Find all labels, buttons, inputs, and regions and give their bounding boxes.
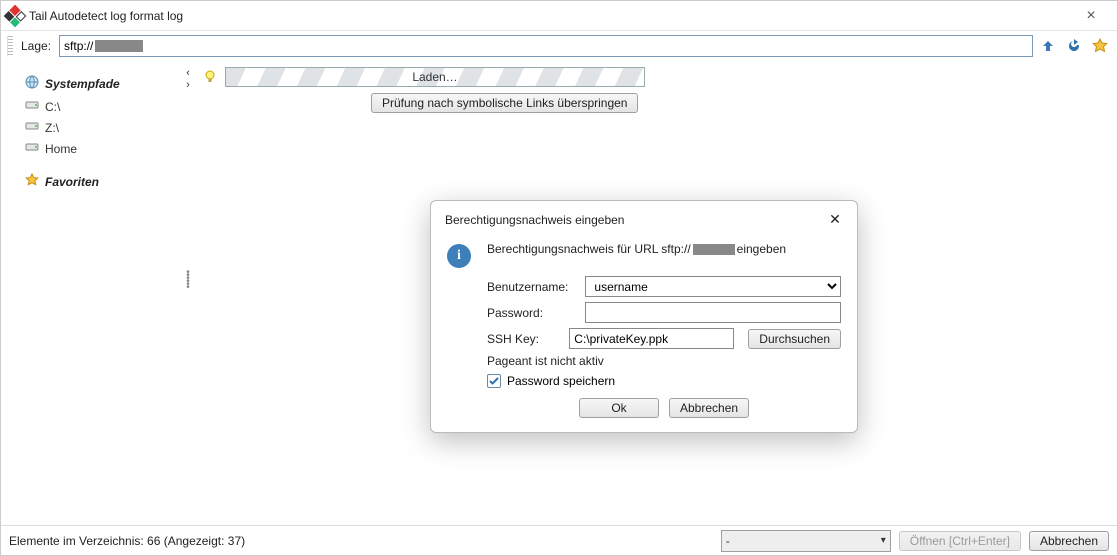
nav-up-button[interactable] (1037, 35, 1059, 57)
dialog-cancel-button[interactable]: Abbrechen (669, 398, 749, 418)
titlebar: Tail Autodetect log format log × (1, 1, 1117, 31)
address-label: Lage: (21, 39, 51, 53)
info-icon: i (447, 244, 471, 268)
filter-combo[interactable]: - ▾ (721, 530, 891, 552)
star-icon (25, 173, 39, 190)
chevron-down-icon: ▾ (881, 535, 886, 546)
sidebar-favorites-label: Favoriten (45, 175, 99, 189)
statusbar: Elemente im Verzeichnis: 66 (Angezeigt: … (1, 525, 1117, 555)
dialog-message-redacted (693, 244, 735, 255)
credentials-dialog: Berechtigungsnachweis eingeben ✕ i Berec… (430, 200, 858, 433)
ok-button[interactable]: Ok (579, 398, 659, 418)
star-icon (1092, 38, 1108, 54)
sidebar-item-label: Home (45, 142, 77, 156)
bulb-icon (203, 69, 217, 86)
window-title: Tail Autodetect log format log (29, 9, 1071, 23)
sidebar-item-label: C:\ (45, 100, 60, 114)
address-text: sftp:// (64, 39, 93, 53)
address-input[interactable]: sftp:// (59, 35, 1033, 57)
chevron-left-icon[interactable]: ‹ (186, 67, 190, 79)
dialog-buttons: Ok Abbrechen (487, 398, 841, 418)
dialog-message-prefix: Berechtigungsnachweis für URL sftp:// (487, 242, 691, 256)
open-button: Öffnen [Ctrl+Enter] (899, 531, 1021, 551)
reload-icon (1066, 38, 1082, 54)
browse-button[interactable]: Durchsuchen (748, 329, 841, 349)
sidebar: Systempfade C:\ Z:\ Home Favoriten (1, 61, 181, 525)
skip-row: Prüfung nach symbolische Links übersprin… (371, 93, 1109, 113)
address-redacted (95, 40, 143, 52)
username-select[interactable]: username (585, 276, 841, 297)
username-label: Benutzername: (487, 280, 577, 294)
toolbar-grip (7, 36, 13, 56)
arrow-up-icon (1040, 38, 1056, 54)
dialog-title: Berechtigungsnachweis eingeben (445, 213, 825, 227)
dialog-close-button[interactable]: ✕ (825, 211, 845, 228)
sshkey-label: SSH Key: (487, 332, 561, 346)
dialog-message: Berechtigungsnachweis für URL sftp:// ei… (487, 242, 786, 256)
dialog-titlebar: Berechtigungsnachweis eingeben ✕ (431, 201, 857, 236)
save-password-row[interactable]: Password speichern (487, 374, 841, 388)
app-icon (4, 4, 27, 27)
sidebar-systempaths-label: Systempfade (45, 77, 120, 91)
progress-text: Laden… (412, 70, 457, 84)
splitter-handle[interactable]: •••••• (186, 271, 190, 289)
window-close-button[interactable]: × (1071, 7, 1111, 25)
app-window: Tail Autodetect log format log × Lage: s… (0, 0, 1118, 556)
pageant-note: Pageant ist nicht aktiv (487, 354, 841, 368)
drive-icon (25, 98, 39, 115)
sidebar-heading-favorites: Favoriten (25, 173, 175, 190)
address-toolbar: Lage: sftp:// (1, 31, 1117, 61)
save-password-label: Password speichern (507, 374, 615, 388)
password-label: Password: (487, 306, 577, 320)
filter-value: - (726, 534, 730, 548)
loading-row: Laden… (203, 67, 1109, 87)
sidebar-item-drive-c[interactable]: C:\ (7, 96, 175, 117)
drive-icon (25, 119, 39, 136)
status-text: Elemente im Verzeichnis: 66 (Angezeigt: … (9, 534, 713, 548)
splitter[interactable]: ‹ › •••••• (181, 61, 195, 525)
dialog-form: Benutzername: username Password: SSH Key… (487, 276, 841, 418)
password-input[interactable] (585, 302, 841, 323)
password-row: Password: (487, 302, 841, 323)
dialog-message-suffix: eingeben (737, 242, 786, 256)
chevron-right-icon[interactable]: › (186, 79, 190, 91)
reload-button[interactable] (1063, 35, 1085, 57)
globe-icon (25, 75, 39, 92)
dialog-info-row: i Berechtigungsnachweis für URL sftp:// … (447, 242, 841, 268)
check-icon (489, 376, 499, 386)
sshkey-input[interactable] (569, 328, 734, 349)
username-row: Benutzername: username (487, 276, 841, 297)
sidebar-item-home[interactable]: Home (7, 138, 175, 159)
sshkey-row: SSH Key: Durchsuchen (487, 328, 841, 349)
save-password-checkbox[interactable] (487, 374, 501, 388)
cancel-button[interactable]: Abbrechen (1029, 531, 1109, 551)
skip-symlinks-button[interactable]: Prüfung nach symbolische Links übersprin… (371, 93, 638, 113)
favorite-button[interactable] (1089, 35, 1111, 57)
progress-bar: Laden… (225, 67, 645, 87)
sidebar-item-drive-z[interactable]: Z:\ (7, 117, 175, 138)
drive-icon (25, 140, 39, 157)
sidebar-heading-systempaths: Systempfade (25, 75, 175, 92)
sidebar-item-label: Z:\ (45, 121, 59, 135)
dialog-body: i Berechtigungsnachweis für URL sftp:// … (431, 236, 857, 432)
